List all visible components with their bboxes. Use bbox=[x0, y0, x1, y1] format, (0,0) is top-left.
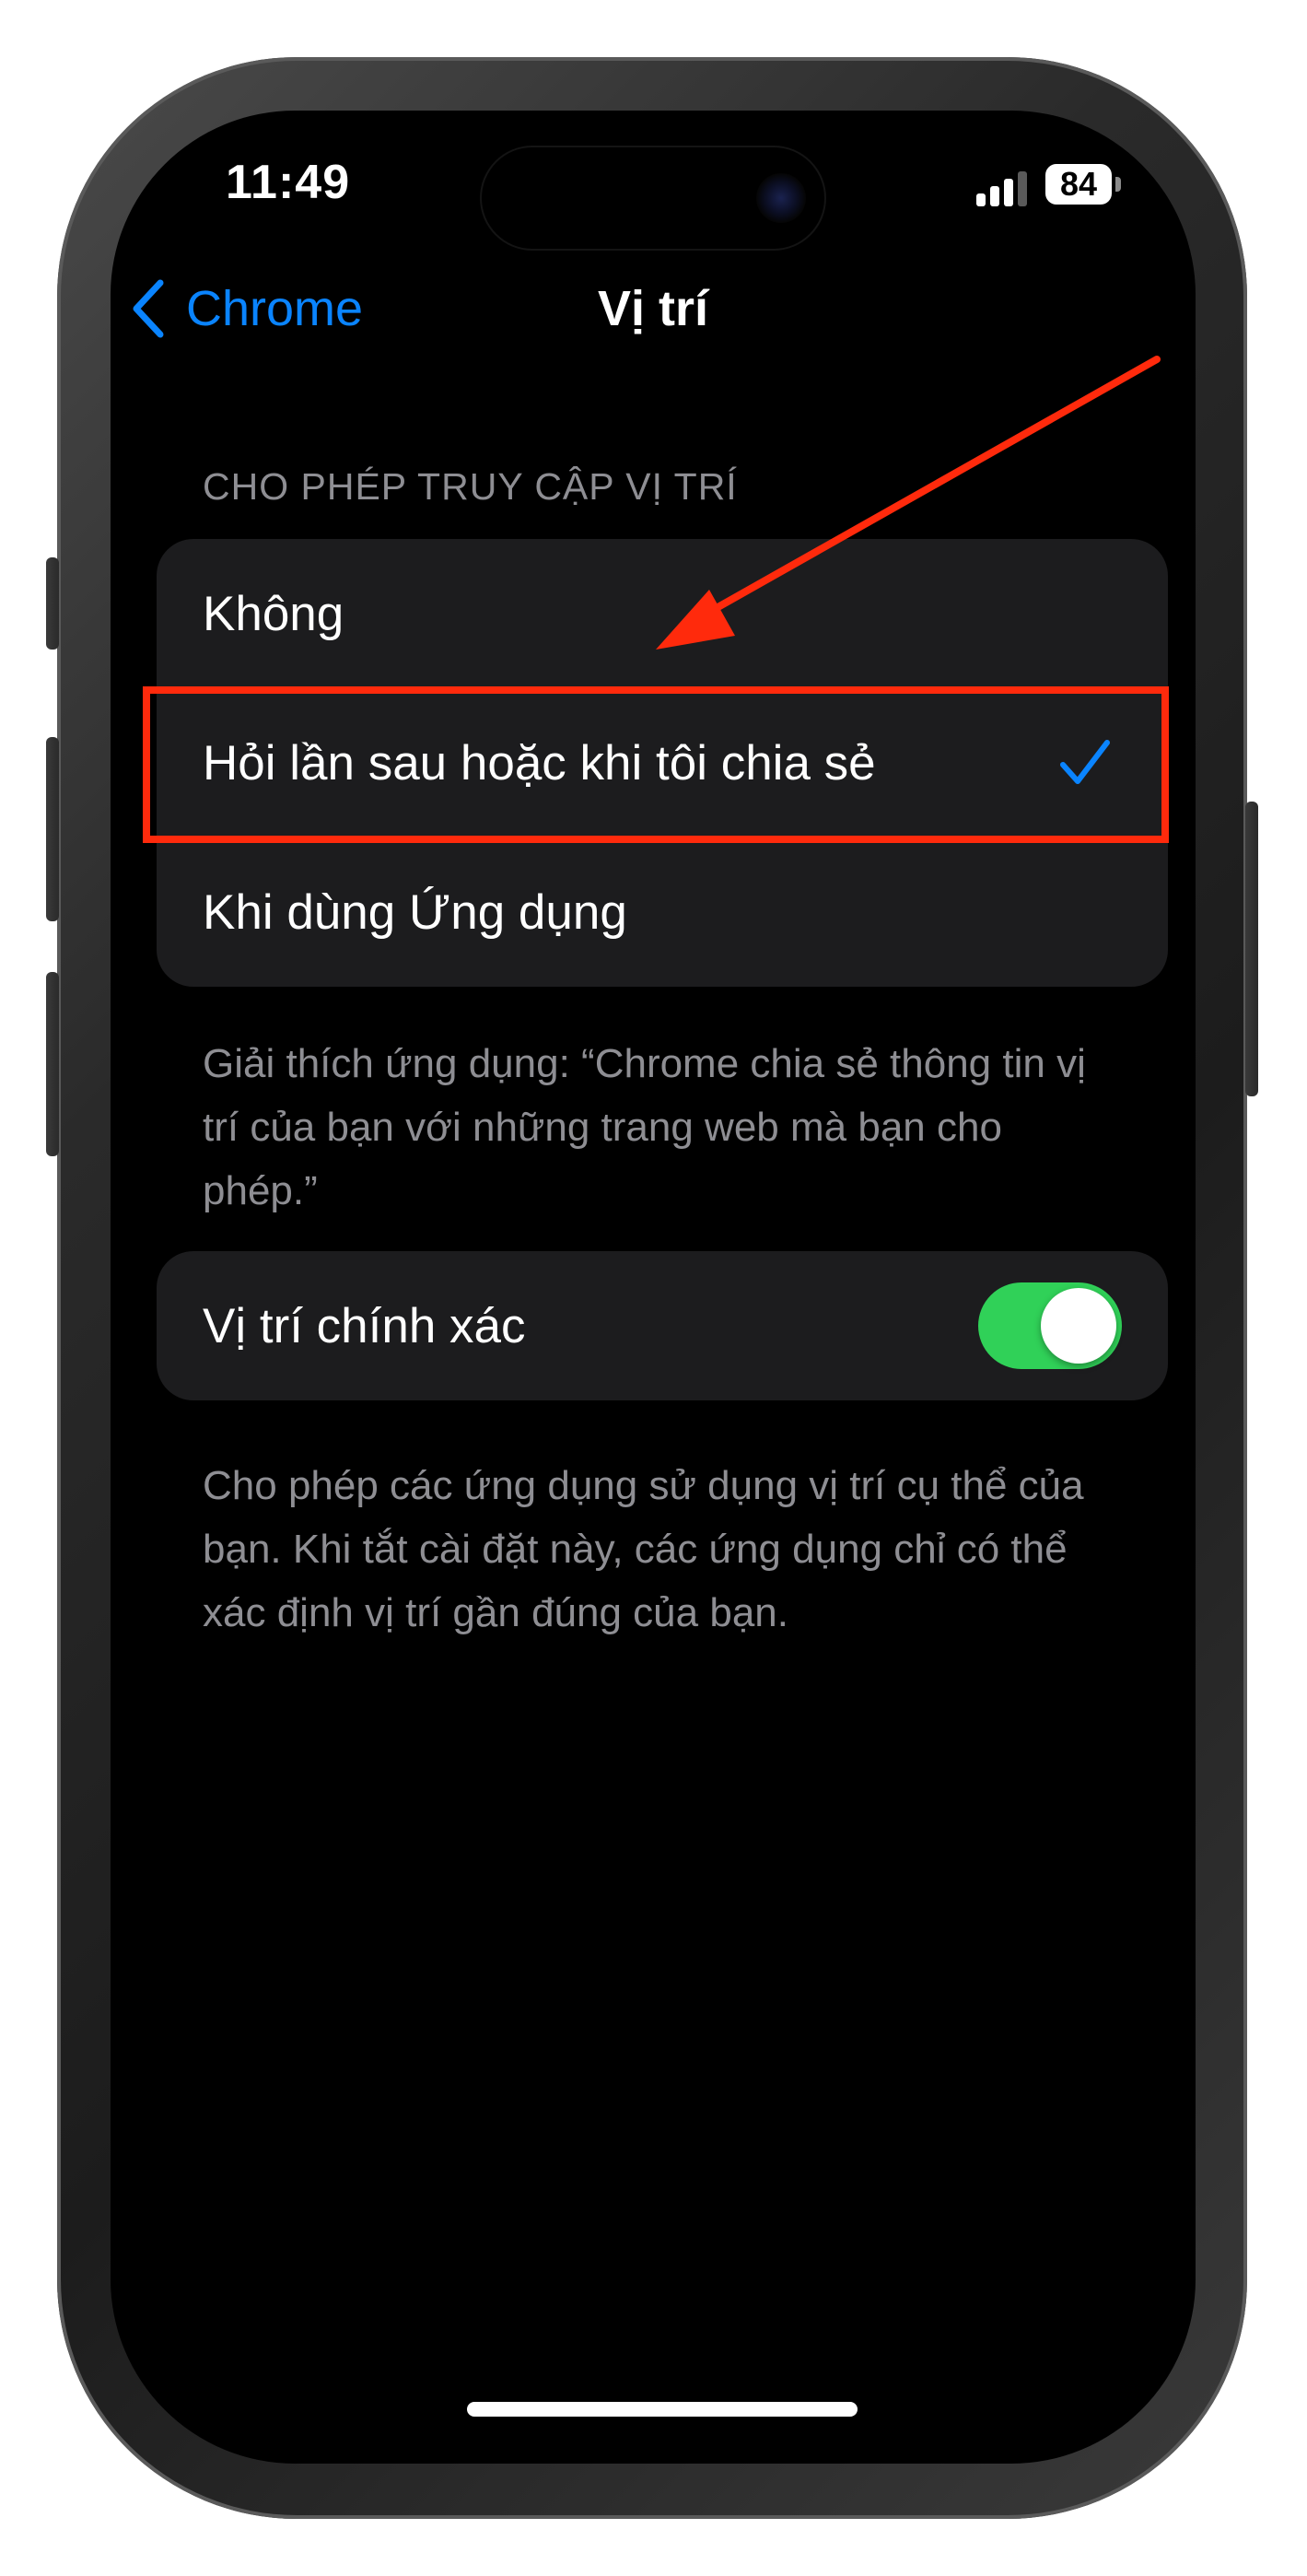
precise-location-toggle[interactable] bbox=[978, 1282, 1122, 1369]
section-header-location-access: CHO PHÉP TRUY CẬP VỊ TRÍ bbox=[203, 465, 738, 508]
precise-location-label: Vị trí chính xác bbox=[203, 1298, 526, 1353]
battery-level: 84 bbox=[1059, 165, 1098, 203]
status-time: 11:49 bbox=[226, 156, 351, 209]
option-while-using-app[interactable]: Khi dùng Ứng dụng bbox=[157, 837, 1168, 987]
camera-lens-icon bbox=[756, 173, 806, 223]
home-indicator[interactable] bbox=[467, 2402, 858, 2417]
toggle-knob bbox=[1041, 1288, 1116, 1364]
volume-up-button bbox=[46, 737, 59, 921]
power-button bbox=[1245, 802, 1258, 1096]
battery-tip bbox=[1115, 177, 1121, 192]
option-never[interactable]: Không bbox=[157, 539, 1168, 688]
volume-down-button bbox=[46, 972, 59, 1156]
dynamic-island bbox=[482, 147, 824, 249]
phone-screen: 11:49 84 Vị trí Chrome CHO PHÉP TRUY CẬP… bbox=[111, 111, 1196, 2464]
option-label: Khi dùng Ứng dụng bbox=[203, 884, 627, 940]
cellular-signal-icon bbox=[976, 170, 1032, 206]
battery-icon: 84 bbox=[1045, 164, 1112, 205]
location-access-footer: Giải thích ứng dụng: “Chrome chia sẻ thô… bbox=[203, 1041, 1086, 1213]
chevron-left-icon bbox=[133, 279, 164, 338]
precise-location-footer: Cho phép các ứng dụng sử dụng vị trí cụ … bbox=[203, 1463, 1084, 1635]
back-button-label: Chrome bbox=[186, 281, 364, 336]
action-button bbox=[46, 557, 59, 650]
option-label: Không bbox=[203, 586, 344, 641]
precise-location-group: Vị trí chính xác bbox=[157, 1251, 1168, 1400]
precise-location-row: Vị trí chính xác bbox=[157, 1251, 1168, 1400]
highlight-box bbox=[143, 686, 1169, 843]
back-button[interactable]: Chrome bbox=[131, 267, 363, 350]
